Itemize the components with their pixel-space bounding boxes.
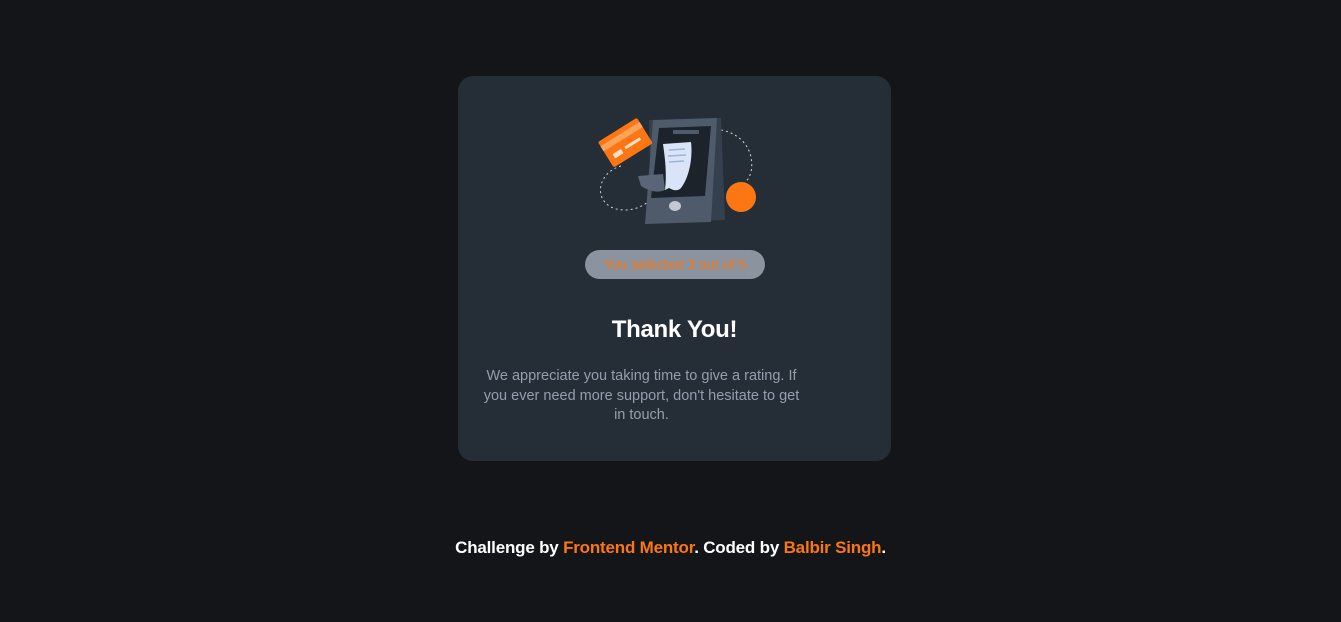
thank-you-card: You selected 3 out of 5 Thank You! We ap… <box>458 76 891 461</box>
payment-phone-illustration-icon <box>598 118 756 224</box>
attribution-coded-prefix: . Coded by <box>694 538 784 557</box>
attribution: Challenge by Frontend Mentor. Coded by B… <box>0 538 1341 558</box>
attribution-suffix: . <box>881 538 886 557</box>
author-link[interactable]: Balbir Singh <box>784 538 882 557</box>
selection-badge: You selected 3 out of 5 <box>585 250 765 279</box>
thank-you-message: We appreciate you taking time to give a … <box>483 368 800 423</box>
page-title: Thank You! <box>611 316 738 343</box>
attribution-challenge-prefix: Challenge by <box>455 538 564 557</box>
frontend-mentor-link[interactable]: Frontend Mentor <box>563 538 694 557</box>
